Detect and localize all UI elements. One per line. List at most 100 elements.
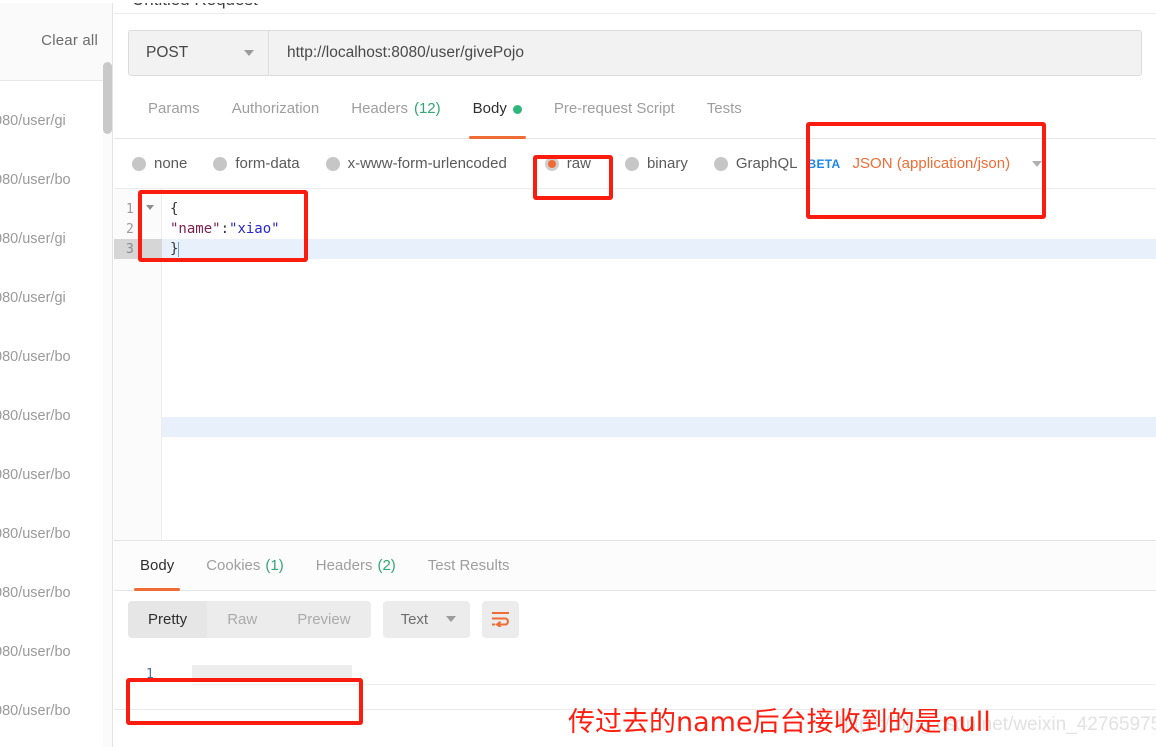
editor-line[interactable]: 1 { <box>114 199 1156 219</box>
beta-badge: BETA <box>807 156 841 171</box>
tab-label: Body <box>140 557 175 574</box>
word-wrap-icon <box>492 612 510 627</box>
line-code: { <box>170 201 179 217</box>
history-item-label: 080/user/gi <box>0 112 66 129</box>
response-view-mode-group: Pretty Raw Preview <box>128 600 371 638</box>
history-item[interactable]: 080/user/bo <box>0 681 112 740</box>
response-toolbar: Pretty Raw Preview Text <box>114 591 1156 647</box>
radio-label: binary <box>646 155 688 172</box>
response-format-label: Text <box>400 610 429 628</box>
tab-label: Authorization <box>231 100 320 117</box>
response-format-select[interactable]: Text <box>382 600 471 638</box>
response-tab-body[interactable]: Body <box>124 541 190 591</box>
raw-body-editor[interactable]: 1 { 2 "name": "xiao" 3 } <box>114 189 1156 541</box>
tab-params[interactable]: Params <box>132 96 216 139</box>
url-bar: POST <box>128 30 1142 76</box>
http-method-select[interactable]: POST <box>129 31 269 75</box>
history-item[interactable]: 080/user/bo <box>0 622 112 681</box>
request-tabs: Params Authorization Headers (12) Body P… <box>114 96 1156 139</box>
history-item[interactable]: 080/user/gi <box>0 209 112 268</box>
history-item[interactable]: 080/user/bo <box>0 386 112 445</box>
view-mode-label: Preview <box>297 610 351 628</box>
word-wrap-button[interactable] <box>482 600 520 638</box>
history-item-label: 080/user/gi <box>0 230 66 247</box>
view-mode-pretty[interactable]: Pretty <box>128 600 208 638</box>
body-type-raw[interactable]: raw <box>544 155 591 172</box>
line-code: } <box>170 241 180 257</box>
view-mode-preview[interactable]: Preview <box>277 601 370 638</box>
tab-label: Tests <box>706 100 742 117</box>
radio-icon <box>713 156 728 171</box>
tab-label: Params <box>148 100 200 117</box>
history-item-label: 080/user/bo <box>0 466 71 483</box>
annotation-note: 传过去的name后台接收到的是null <box>568 707 991 738</box>
editor-line-active[interactable]: 3 } <box>114 239 1156 259</box>
view-mode-raw[interactable]: Raw <box>207 601 277 638</box>
sidebar-header: Clear all <box>0 0 112 81</box>
tab-body[interactable]: Body <box>457 96 538 139</box>
sidebar-scrollbar-thumb[interactable] <box>103 62 112 134</box>
tab-label: Headers <box>315 557 373 574</box>
radio-icon <box>213 156 228 171</box>
radio-icon <box>132 156 146 171</box>
history-sidebar: Clear all 080/user/gi 080/user/bo 080/us… <box>0 0 113 747</box>
fold-arrow-icon[interactable] <box>146 205 154 210</box>
response-line: 1 <box>114 663 1156 685</box>
url-input[interactable] <box>269 31 1141 75</box>
response-tab-headers[interactable]: Headers (2) <box>300 541 412 591</box>
history-list: 080/user/gi 080/user/bo 080/user/gi 080/… <box>0 81 112 740</box>
tab-label: Headers <box>351 100 408 117</box>
active-line-highlight <box>162 239 1156 259</box>
tab-count: (12) <box>413 100 441 117</box>
radio-label: none <box>154 155 188 172</box>
editor-line[interactable]: 2 "name": "xiao" <box>114 219 1156 239</box>
tab-label: Cookies <box>206 557 261 574</box>
clear-all-button[interactable]: Clear all <box>41 32 98 49</box>
history-item-label: 080/user/bo <box>0 171 71 188</box>
tab-authorization[interactable]: Authorization <box>216 96 336 139</box>
view-mode-label: Raw <box>227 610 258 628</box>
http-method-label: POST <box>146 44 189 61</box>
body-active-dot-icon <box>512 105 522 114</box>
history-item-label: 080/user/bo <box>0 525 71 542</box>
radio-label: raw <box>566 155 591 172</box>
radio-label: form-data <box>235 155 300 172</box>
radio-label: GraphQL <box>735 155 798 172</box>
line-number: 3 <box>114 239 162 259</box>
tab-label: Test Results <box>427 557 510 574</box>
response-line-rule <box>192 684 1156 685</box>
tab-tests[interactable]: Tests <box>691 96 758 139</box>
line-number: 1 <box>146 666 154 682</box>
body-type-none[interactable]: none <box>132 155 187 172</box>
history-item[interactable]: 080/user/bo <box>0 150 112 209</box>
radio-icon <box>624 156 639 171</box>
line-code: "name": "xiao" <box>170 221 280 237</box>
content-type-select[interactable]: JSON (application/json) <box>853 155 1043 172</box>
tab-count: (2) <box>377 557 396 574</box>
history-item[interactable]: 080/user/bo <box>0 445 112 504</box>
body-type-form-data[interactable]: form-data <box>213 155 300 172</box>
radio-icon-selected <box>544 156 559 171</box>
history-item-label: 080/user/bo <box>0 584 71 601</box>
sidebar-scrollbar-track[interactable] <box>103 88 112 747</box>
editor-row-highlight <box>162 417 1156 437</box>
content-type-label: JSON (application/json) <box>852 155 1011 172</box>
history-item[interactable]: 080/user/gi <box>0 91 112 150</box>
response-tab-test-results[interactable]: Test Results <box>412 541 526 591</box>
history-item-label: 080/user/bo <box>0 702 71 719</box>
body-type-urlencoded[interactable]: x-www-form-urlencoded <box>325 155 507 172</box>
chevron-down-icon <box>244 50 254 56</box>
tab-headers[interactable]: Headers (12) <box>335 96 456 139</box>
history-item[interactable]: 080/user/bo <box>0 563 112 622</box>
history-item[interactable]: 080/user/bo <box>0 504 112 563</box>
response-tab-cookies[interactable]: Cookies (1) <box>190 541 300 591</box>
history-item[interactable]: 080/user/gi <box>0 268 112 327</box>
body-type-graphql[interactable]: GraphQL <box>713 155 798 172</box>
body-type-binary[interactable]: binary <box>624 155 688 172</box>
chevron-down-icon <box>1032 160 1043 167</box>
text-caret <box>178 241 180 257</box>
history-item[interactable]: 080/user/bo <box>0 327 112 386</box>
chevron-down-icon <box>446 616 457 622</box>
tab-pre-request-script[interactable]: Pre-request Script <box>538 96 691 139</box>
radio-label: x-www-form-urlencoded <box>347 155 507 172</box>
